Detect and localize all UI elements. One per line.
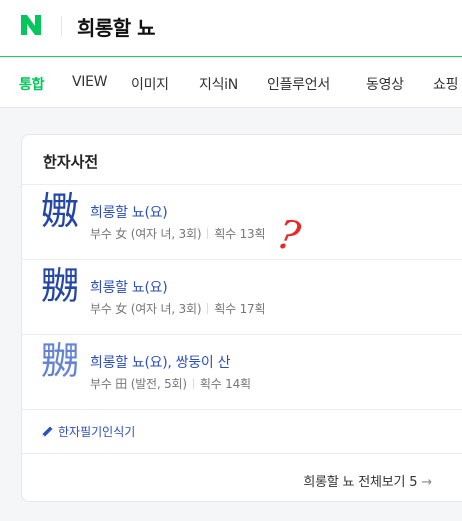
- view-all-label: 희롱할 뇨 전체보기 5: [303, 475, 418, 490]
- header-divider: [61, 16, 62, 36]
- tab-all[interactable]: 통합: [19, 74, 44, 94]
- meta-divider: [192, 378, 194, 389]
- hanja-meta: 부수 女 (여자 녀, 3회) 획수 17획: [90, 300, 266, 317]
- tab-shopping[interactable]: 쇼핑: [433, 74, 458, 94]
- radical-info: 부수 田 (발전, 5회): [90, 377, 187, 391]
- search-header: 희롱할 뇨: [0, 0, 462, 57]
- tab-video[interactable]: 동영상: [366, 74, 404, 94]
- stroke-count: 획수 13획: [214, 227, 266, 241]
- meta-divider: [207, 303, 209, 314]
- stroke-count: 획수 17획: [214, 302, 266, 316]
- hanja-meaning-link[interactable]: 희롱할 뇨(요): [90, 277, 168, 297]
- radical-info: 부수 女 (여자 녀, 3회): [90, 227, 202, 241]
- tab-kin[interactable]: 지식iN: [199, 74, 238, 94]
- tab-view[interactable]: VIEW: [72, 74, 108, 90]
- hanja-character[interactable]: 嫐: [41, 192, 79, 230]
- hanja-meaning-link[interactable]: 희롱할 뇨(요), 쌍둥이 산: [90, 352, 230, 372]
- search-tabs: 통합 VIEW 이미지 지식iN 인플루언서 동영상 쇼핑: [0, 58, 462, 108]
- radical-info: 부수 女 (여자 녀, 3회): [90, 302, 202, 316]
- stroke-count: 획수 14획: [199, 377, 251, 391]
- pencil-icon: [42, 426, 53, 437]
- hanja-character[interactable]: 嬲: [41, 342, 79, 380]
- hanja-entry[interactable]: 嬲 희롱할 뇨(요) 부수 女 (여자 녀, 3회) 획수 17획: [22, 260, 462, 334]
- hanja-meaning-link[interactable]: 희롱할 뇨(요): [90, 202, 168, 222]
- card-title: 한자사전: [43, 153, 99, 171]
- hanja-character[interactable]: 嬲: [41, 267, 79, 305]
- meta-divider: [207, 228, 209, 239]
- view-all-link[interactable]: 희롱할 뇨 전체보기 5 →: [303, 471, 432, 490]
- tab-images[interactable]: 이미지: [131, 74, 169, 94]
- arrow-right-icon: →: [421, 475, 432, 490]
- tab-influencer[interactable]: 인플루언서: [267, 74, 330, 94]
- search-query[interactable]: 희롱할 뇨: [77, 12, 156, 41]
- hanja-meta: 부수 女 (여자 녀, 3회) 획수 13획: [90, 225, 266, 242]
- divider: [22, 409, 462, 410]
- naver-logo-icon[interactable]: [19, 13, 43, 37]
- hanja-dictionary-card: 한자사전 嫐 희롱할 뇨(요) 부수 女 (여자 녀, 3회) 획수 13획 嬲 …: [21, 134, 462, 502]
- handwriting-label: 한자필기인식기: [58, 425, 136, 439]
- hanja-entry[interactable]: 嫐 희롱할 뇨(요) 부수 女 (여자 녀, 3회) 획수 13획: [22, 185, 462, 259]
- hanja-meta: 부수 田 (발전, 5회) 획수 14획: [90, 375, 251, 392]
- divider: [22, 453, 462, 454]
- hanja-entry[interactable]: 嬲 희롱할 뇨(요), 쌍둥이 산 부수 田 (발전, 5회) 획수 14획: [22, 335, 462, 409]
- handwriting-recognizer-link[interactable]: 한자필기인식기: [41, 423, 135, 440]
